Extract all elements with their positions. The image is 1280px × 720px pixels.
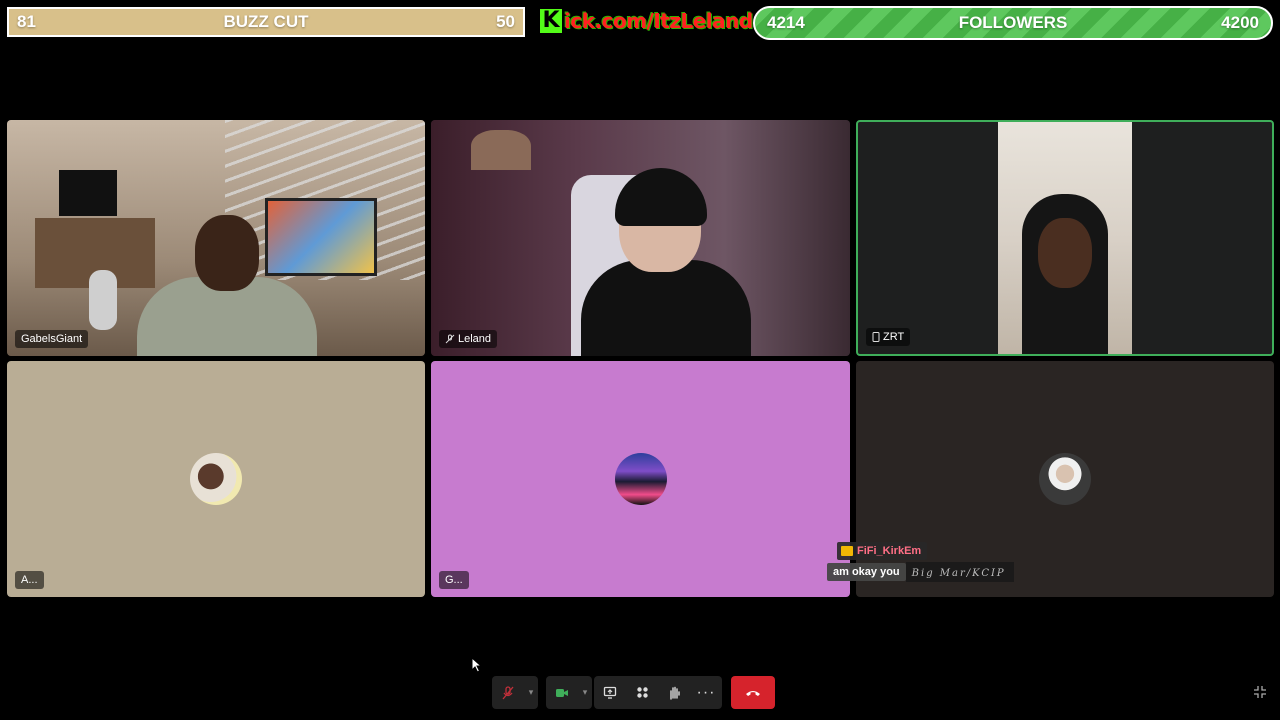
participant-avatar	[1039, 453, 1091, 505]
lamp	[471, 130, 531, 170]
chevron-down-icon: ▾	[528, 687, 534, 697]
participant-tile-leland[interactable]: Leland	[431, 120, 850, 356]
participant-avatar	[190, 453, 242, 505]
participant-name-tag: A...	[15, 571, 44, 589]
mic-muted-icon	[445, 334, 455, 344]
participant-name-tag: ZRT	[866, 328, 911, 346]
collapse-fullscreen-button[interactable]	[1253, 685, 1269, 701]
more-icon: ···	[696, 683, 716, 701]
raise-hand-icon	[669, 686, 680, 700]
participant-name: Leland	[458, 333, 492, 345]
camera-toggle-button[interactable]	[546, 676, 578, 709]
end-call-icon	[746, 690, 760, 696]
more-options-button[interactable]: ···	[690, 676, 722, 709]
followers-current: 4214	[767, 13, 805, 32]
followers-goal: 4200	[1221, 13, 1259, 32]
mouse-cursor-icon	[471, 657, 483, 673]
mic-options-button[interactable]: ▾	[524, 676, 538, 709]
layout-button[interactable]	[626, 676, 658, 709]
reactions-button[interactable]	[658, 676, 690, 709]
subscriber-badge-icon	[841, 546, 853, 556]
kick-channel-banner: K ick.com/ItzLeland	[540, 7, 753, 35]
goal-title: BUZZ CUT	[223, 12, 309, 31]
phone-icon	[872, 332, 880, 342]
kick-channel-url: ick.com/ItzLeland	[564, 9, 753, 33]
tv	[59, 170, 117, 216]
participant-tile-a[interactable]: A...	[7, 361, 425, 597]
chat-username: FiFi_KirkEm	[857, 545, 922, 557]
mic-control-group: ▾ ▾	[492, 676, 592, 709]
chat-username-tag: FiFi_KirkEm	[837, 542, 928, 560]
screen-share-button[interactable]	[594, 676, 626, 709]
participant-name-tag: G...	[439, 571, 469, 589]
chevron-down-icon: ▾	[582, 687, 588, 697]
followers-title: FOLLOWERS	[958, 13, 1068, 32]
participant-tile-gabelsgiant[interactable]: GabelsGiant	[7, 120, 425, 356]
goal-right-value: 50	[496, 12, 515, 31]
camera-icon	[556, 688, 568, 697]
buzz-cut-goal-bar: 81 BUZZ CUT 50	[7, 7, 525, 37]
chat-sub-text: Big Mar/KCIP	[905, 562, 1014, 582]
participant-avatar	[614, 453, 667, 505]
participant-tile-zrt[interactable]: ZRT	[856, 120, 1274, 356]
participant-name: GabelsGiant	[21, 333, 83, 345]
mic-muted-icon	[502, 685, 514, 699]
microphone	[89, 270, 117, 330]
goal-left-value: 81	[17, 12, 36, 31]
participant-video	[137, 215, 317, 356]
grid-icon	[636, 687, 648, 698]
participant-face	[1038, 218, 1092, 288]
call-actions-group: ···	[594, 676, 722, 709]
chat-message: am okay you	[827, 563, 906, 581]
participant-name-tag: Leland	[439, 330, 498, 348]
participant-name: A...	[21, 574, 38, 586]
end-call-button[interactable]	[731, 676, 775, 709]
mic-toggle-button[interactable]	[492, 676, 524, 709]
participant-name-tag: GabelsGiant	[15, 330, 89, 348]
followers-goal-bar: 4214 FOLLOWERS 4200	[753, 6, 1273, 40]
camera-options-button[interactable]: ▾	[578, 676, 592, 709]
participant-name: ZRT	[883, 331, 905, 343]
kick-logo-icon: K	[540, 9, 562, 33]
participant-video	[998, 122, 1132, 354]
participant-tile-g[interactable]: G...	[431, 361, 850, 597]
participant-name: G...	[445, 574, 463, 586]
participant-body	[581, 260, 751, 356]
chat-message-line: am okay you Big Mar/KCIP	[827, 562, 1014, 582]
collapse-icon	[1254, 686, 1266, 698]
screen-share-icon	[603, 686, 617, 699]
